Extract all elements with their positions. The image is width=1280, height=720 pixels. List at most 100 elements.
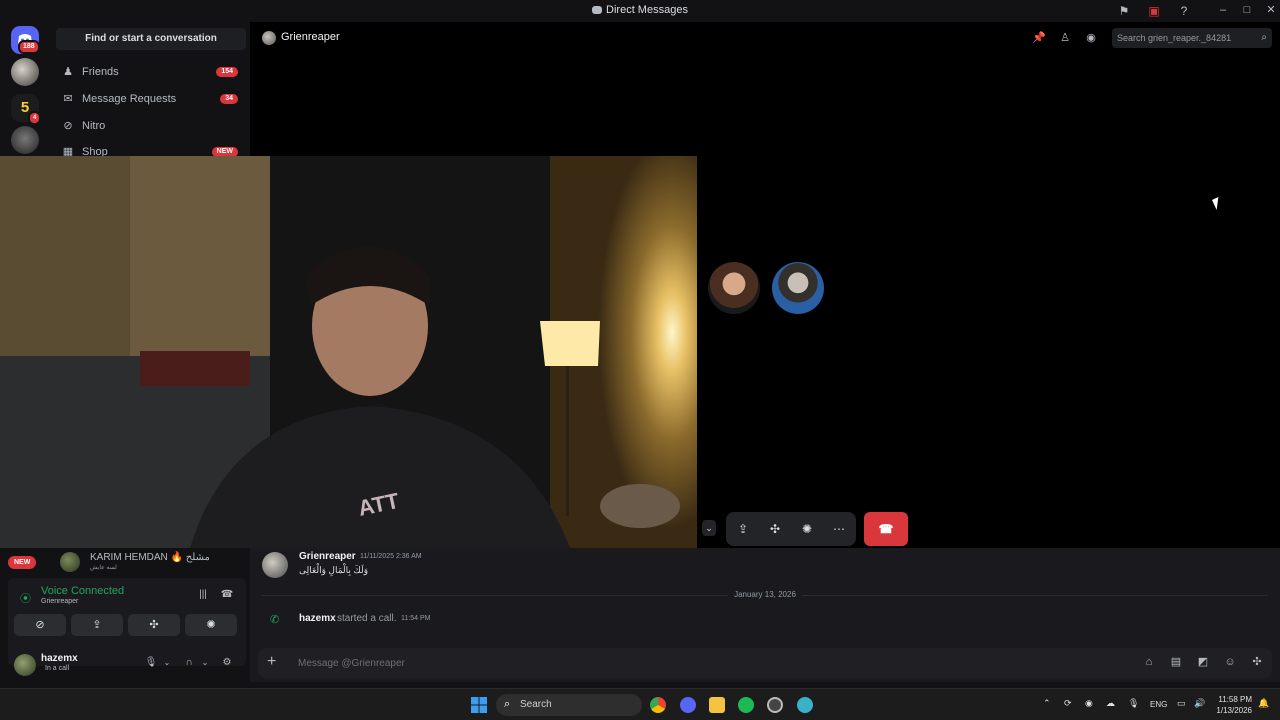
message-avatar[interactable]	[262, 552, 288, 578]
soundboard-panel-button[interactable]: ✺	[185, 614, 237, 636]
app-globe-icon[interactable]	[797, 697, 813, 713]
spotify-icon[interactable]	[738, 697, 754, 713]
network-icon[interactable]: ▭	[1177, 698, 1186, 709]
dm-avatar-button[interactable]	[11, 58, 39, 86]
close-button[interactable]: ✕	[1264, 3, 1278, 17]
headphones-icon[interactable]: ∩	[182, 656, 196, 670]
sidebar-item-message-requests[interactable]: ✉ Message Requests 34	[56, 88, 246, 110]
notification-bell-icon[interactable]: 🔔	[1258, 698, 1269, 709]
mouse-cursor	[1212, 197, 1223, 210]
file-explorer-icon[interactable]	[709, 697, 725, 713]
mic-tray-icon[interactable]: 🎙	[1128, 698, 1139, 709]
server-badge: 4	[28, 111, 42, 125]
voice-channel[interactable]: Grienreaper	[41, 598, 78, 605]
user-name[interactable]: hazemx	[41, 653, 78, 664]
chevron-down-icon[interactable]: ⌄	[702, 520, 716, 536]
dm-list-item[interactable]: KARIM HEMDAN 🔥 مشلح لسه عايش	[60, 548, 250, 574]
disconnect-call-button[interactable]: ☎	[864, 512, 908, 546]
voice-status[interactable]: Voice Connected	[41, 585, 124, 597]
help-icon[interactable]: ?	[1176, 3, 1192, 19]
friends-icon: ♟	[63, 66, 73, 78]
add-friends-icon[interactable]: ♙	[1058, 31, 1072, 45]
upload-plus-icon[interactable]: +	[267, 654, 276, 670]
disconnect-icon[interactable]: ☎	[220, 588, 234, 602]
volume-icon[interactable]: 🔊	[1194, 698, 1205, 709]
system-clock[interactable]: 11:58 PM 1/13/2026	[1216, 694, 1252, 716]
video-frame-image: ATT	[0, 156, 697, 548]
chat-area: Grienreaper 11/11/2025 2:36 AM وَلَكَ بِ…	[250, 548, 1280, 682]
taskbar-search[interactable]: ⌕ Search	[496, 694, 642, 716]
call-started-text: started a call.	[337, 613, 397, 624]
participant-avatar-1[interactable]	[708, 262, 760, 314]
nitro-icon: ⊘	[63, 120, 73, 132]
gif-icon[interactable]: ▤	[1169, 655, 1183, 669]
discord-taskbar-icon[interactable]	[680, 697, 696, 713]
friends-count-badge: 154	[216, 67, 238, 77]
emoji-icon[interactable]: ☺	[1223, 655, 1237, 669]
sidebar-item-friends[interactable]: ♟ Friends 154	[56, 61, 246, 83]
screen-share-panel-button[interactable]: ⇪	[71, 614, 123, 636]
tray-chevron-icon[interactable]: ⌃	[1043, 698, 1051, 709]
message-author[interactable]: Grienreaper	[299, 551, 356, 562]
tray-app-icon[interactable]: ◉	[1085, 698, 1093, 709]
search-icon: ⌕	[504, 698, 511, 710]
camera-off-button[interactable]: ⊘	[14, 614, 66, 636]
search-bar[interactable]: Search grien_reaper._84281 ⌕	[1112, 28, 1272, 48]
pin-icon[interactable]: 📌	[1032, 31, 1046, 45]
dm-status: لسه عايش	[90, 565, 117, 571]
noise-suppression-icon[interactable]: |||	[196, 588, 210, 602]
more-options-button[interactable]: ⋯	[831, 521, 847, 537]
dm-header: Grienreaper 📌 ♙ ◉ Search grien_reaper._8…	[250, 22, 1280, 54]
call-starter-name[interactable]: hazemx	[299, 613, 336, 624]
audio-chevron-icon[interactable]: ⌄	[198, 656, 212, 670]
date-divider: January 13, 2026	[250, 590, 1280, 599]
user-avatar[interactable]	[14, 654, 36, 676]
dm-name: KARIM HEMDAN 🔥 مشلح	[90, 552, 210, 563]
activity-panel-button[interactable]: ✣	[128, 614, 180, 636]
new-unreads-pill[interactable]: NEW	[8, 556, 37, 569]
screen-share-icon[interactable]: ▣	[1146, 3, 1162, 19]
apps-icon[interactable]: ✣	[1250, 655, 1264, 669]
participant-avatar-2[interactable]	[772, 262, 824, 314]
message-composer: + ⌂ ▤ ◩ ☺ ✣	[258, 648, 1272, 678]
dm-avatar	[60, 552, 80, 572]
onedrive-icon[interactable]: ☁	[1106, 698, 1115, 709]
mail-icon: ✉	[63, 93, 73, 105]
header-username[interactable]: Grienreaper	[281, 31, 340, 43]
settings-gear-icon[interactable]: ⚙	[220, 656, 234, 670]
gift-icon[interactable]: ⌂	[1142, 655, 1156, 669]
obs-icon[interactable]	[767, 697, 783, 713]
screen-share-button[interactable]: ⇪	[735, 521, 751, 537]
phone-icon: ✆	[270, 614, 280, 626]
chrome-icon[interactable]	[650, 697, 666, 713]
discord-icon	[592, 6, 603, 15]
call-started-time: 11:54 PM	[401, 615, 431, 622]
activities-button[interactable]: ✣	[767, 521, 783, 537]
find-conversation-button[interactable]: Find or start a conversation	[56, 28, 246, 50]
user-panel: NEW KARIM HEMDAN 🔥 مشلح لسه عايش ⦿ Voice…	[0, 548, 250, 682]
windows-start-icon[interactable]	[471, 697, 487, 713]
maximize-button[interactable]: □	[1240, 3, 1254, 17]
window-title: Direct Messages	[0, 4, 1280, 16]
server-skull[interactable]	[11, 126, 39, 154]
inbox-icon[interactable]: ⚑	[1116, 3, 1132, 19]
sticker-icon[interactable]: ◩	[1196, 655, 1210, 669]
soundboard-button[interactable]: ✺	[799, 521, 815, 537]
language-indicator[interactable]: ENG	[1150, 700, 1167, 709]
message-text: وَلَكَ بِالْمَالِ وَالْعَالِى	[299, 565, 369, 575]
signal-icon: ⦿	[20, 593, 31, 605]
windows-taskbar: ⌕ Search ⌃ ⟳ ◉ ☁ 🎙 ENG ▭ 🔊 11:58 PM 1/13…	[0, 688, 1280, 720]
sidebar-item-nitro[interactable]: ⊘ Nitro	[56, 115, 246, 137]
video-stream[interactable]: ATT	[0, 156, 697, 548]
message-input[interactable]	[298, 654, 998, 672]
minimize-button[interactable]: –	[1216, 3, 1230, 17]
mic-chevron-icon[interactable]: ⌄	[160, 656, 174, 670]
requests-count-badge: 34	[220, 94, 238, 104]
call-controls: ⇪ ✣ ✺ ⋯	[726, 512, 856, 546]
header-avatar	[262, 31, 276, 45]
user-status: In a call	[45, 665, 70, 672]
home-badge: 188	[18, 40, 40, 54]
microphone-icon[interactable]: 🎙	[144, 656, 158, 670]
user-profile-icon[interactable]: ◉	[1084, 31, 1098, 45]
sync-icon[interactable]: ⟳	[1064, 698, 1072, 709]
